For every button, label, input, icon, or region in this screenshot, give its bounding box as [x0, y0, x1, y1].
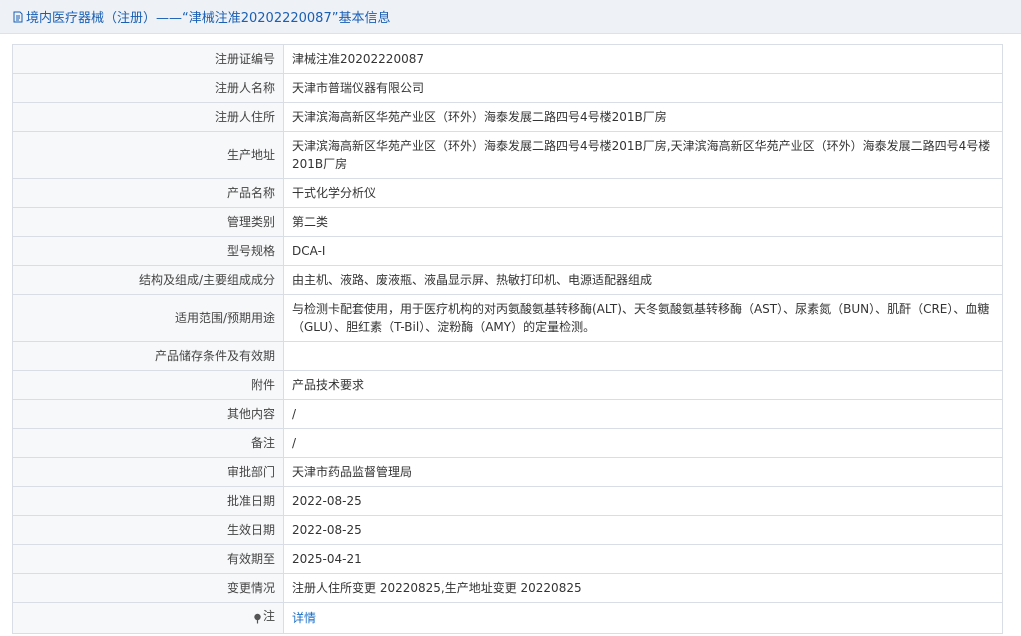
- pin-icon: [253, 611, 262, 623]
- field-value: 注册人住所变更 20220825,生产地址变更 20220825: [283, 573, 1003, 603]
- field-value: DCA-I: [283, 236, 1003, 266]
- page-header: 境内医疗器械（注册）——“津械注准20202220087”基本信息: [0, 0, 1021, 34]
- table-row: 产品名称 干式化学分析仪: [12, 178, 1003, 208]
- table-row: 型号规格 DCA-I: [12, 236, 1003, 266]
- field-label: 变更情况: [12, 573, 284, 603]
- field-label: 产品名称: [12, 178, 284, 208]
- detail-content: 注册证编号 津械注准20202220087 注册人名称 天津市普瑞仪器有限公司 …: [0, 34, 1021, 634]
- field-value: 天津滨海高新区华苑产业区（环外）海泰发展二路四号4号楼201B厂房: [283, 102, 1003, 132]
- field-value: 天津市药品监督管理局: [283, 457, 1003, 487]
- field-label: 批准日期: [12, 486, 284, 516]
- note-label-cell: 注: [12, 602, 284, 634]
- table-row: 审批部门 天津市药品监督管理局: [12, 457, 1003, 487]
- field-value: /: [283, 399, 1003, 429]
- field-value: 干式化学分析仪: [283, 178, 1003, 208]
- details-link[interactable]: 详情: [292, 611, 316, 625]
- field-value: /: [283, 428, 1003, 458]
- field-label: 生效日期: [12, 515, 284, 545]
- field-value: 天津滨海高新区华苑产业区（环外）海泰发展二路四号4号楼201B厂房,天津滨海高新…: [283, 131, 1003, 179]
- table-row: 附件 产品技术要求: [12, 370, 1003, 400]
- field-value: 2022-08-25: [283, 515, 1003, 545]
- device-info-table: 注册证编号 津械注准20202220087 注册人名称 天津市普瑞仪器有限公司 …: [12, 44, 1003, 634]
- table-row: 产品储存条件及有效期: [12, 341, 1003, 371]
- note-label: 注: [262, 609, 275, 623]
- document-icon: [12, 11, 24, 23]
- field-label: 其他内容: [12, 399, 284, 429]
- field-value: 产品技术要求: [283, 370, 1003, 400]
- field-label: 生产地址: [12, 131, 284, 179]
- page-title: 境内医疗器械（注册）——“津械注准20202220087”基本信息: [26, 11, 391, 26]
- field-label: 管理类别: [12, 207, 284, 237]
- table-row: 生产地址 天津滨海高新区华苑产业区（环外）海泰发展二路四号4号楼201B厂房,天…: [12, 131, 1003, 179]
- field-label: 备注: [12, 428, 284, 458]
- field-label: 注册人住所: [12, 102, 284, 132]
- table-row: 注册证编号 津械注准20202220087: [12, 44, 1003, 74]
- field-value: 由主机、液路、废液瓶、液晶显示屏、热敏打印机、电源适配器组成: [283, 265, 1003, 295]
- table-row: 注册人名称 天津市普瑞仪器有限公司: [12, 73, 1003, 103]
- field-value: 第二类: [283, 207, 1003, 237]
- field-value: 津械注准20202220087: [283, 44, 1003, 74]
- field-label: 结构及组成/主要组成成分: [12, 265, 284, 295]
- field-label: 有效期至: [12, 544, 284, 574]
- field-value: 2025-04-21: [283, 544, 1003, 574]
- field-label: 注册证编号: [12, 44, 284, 74]
- table-row-note: 注 详情: [12, 602, 1003, 634]
- table-row: 其他内容 /: [12, 399, 1003, 429]
- table-row: 有效期至 2025-04-21: [12, 544, 1003, 574]
- field-label: 产品储存条件及有效期: [12, 341, 284, 371]
- table-row: 变更情况 注册人住所变更 20220825,生产地址变更 20220825: [12, 573, 1003, 603]
- table-row: 结构及组成/主要组成成分 由主机、液路、废液瓶、液晶显示屏、热敏打印机、电源适配…: [12, 265, 1003, 295]
- table-row: 注册人住所 天津滨海高新区华苑产业区（环外）海泰发展二路四号4号楼201B厂房: [12, 102, 1003, 132]
- table-row: 管理类别 第二类: [12, 207, 1003, 237]
- field-value: [283, 341, 1003, 371]
- table-row: 备注 /: [12, 428, 1003, 458]
- field-label: 审批部门: [12, 457, 284, 487]
- field-value: 2022-08-25: [283, 486, 1003, 516]
- table-row: 适用范围/预期用途 与检测卡配套使用，用于医疗机构的对丙氨酸氨基转移酶(ALT)…: [12, 294, 1003, 342]
- field-value: 天津市普瑞仪器有限公司: [283, 73, 1003, 103]
- note-value-cell: 详情: [283, 602, 1003, 634]
- field-label: 附件: [12, 370, 284, 400]
- field-value: 与检测卡配套使用，用于医疗机构的对丙氨酸氨基转移酶(ALT)、天冬氨酸氨基转移酶…: [283, 294, 1003, 342]
- note-label-wrap: 注: [253, 607, 275, 625]
- field-label: 适用范围/预期用途: [12, 294, 284, 342]
- table-row: 批准日期 2022-08-25: [12, 486, 1003, 516]
- field-label: 注册人名称: [12, 73, 284, 103]
- table-row: 生效日期 2022-08-25: [12, 515, 1003, 545]
- field-label: 型号规格: [12, 236, 284, 266]
